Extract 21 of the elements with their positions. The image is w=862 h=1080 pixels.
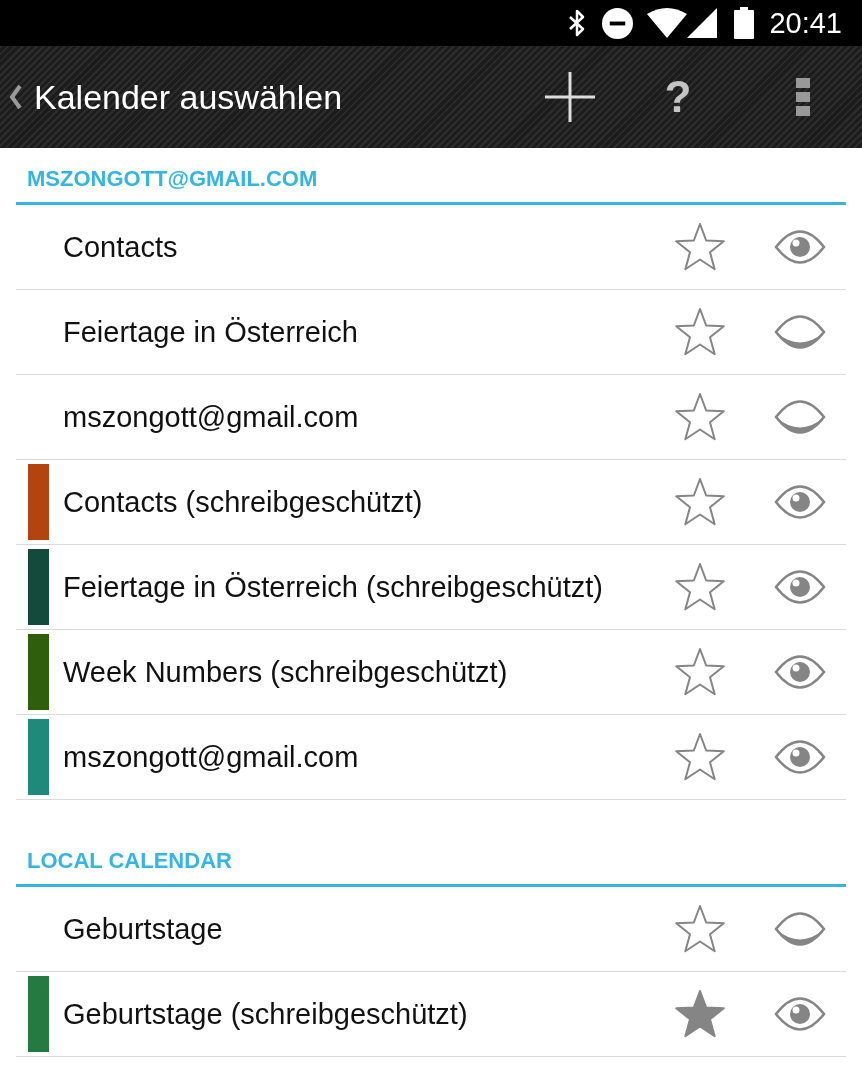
calendar-name[interactable]: mszongott@gmail.com (63, 740, 671, 774)
section-header: LOCAL CALENDAR (27, 848, 233, 874)
calendar-name[interactable]: Contacts (63, 230, 671, 264)
clock-time: 20:41 (769, 8, 842, 38)
screen-title: Kalender auswählen (34, 80, 344, 114)
wifi-icon (647, 8, 688, 38)
calendar-name[interactable]: Contacts (schreibgeschützt) (63, 485, 671, 519)
calendar-name[interactable]: Geburtstage (schreibgeschützt) (63, 997, 671, 1031)
help-button[interactable]: ? (653, 67, 703, 127)
calendar-name[interactable]: mszongott@gmail.com (63, 400, 671, 434)
calendar-name[interactable]: Feiertage in Österreich (schreibgeschützt) (63, 570, 671, 604)
signal-icon (687, 8, 718, 38)
section-header: MSZONGOTT@GMAIL.COM (27, 166, 319, 192)
battery-icon (734, 7, 755, 39)
calendar-name[interactable]: Week Numbers (schreibgeschützt) (63, 655, 671, 689)
plus-icon (545, 72, 595, 122)
more-icon (796, 78, 810, 116)
do-not-disturb-icon (602, 7, 634, 39)
chevron-left-icon[interactable] (8, 84, 22, 110)
calendar-name[interactable]: Geburtstage (63, 912, 671, 946)
calendar-name[interactable]: Feiertage in Österreich (63, 315, 671, 349)
